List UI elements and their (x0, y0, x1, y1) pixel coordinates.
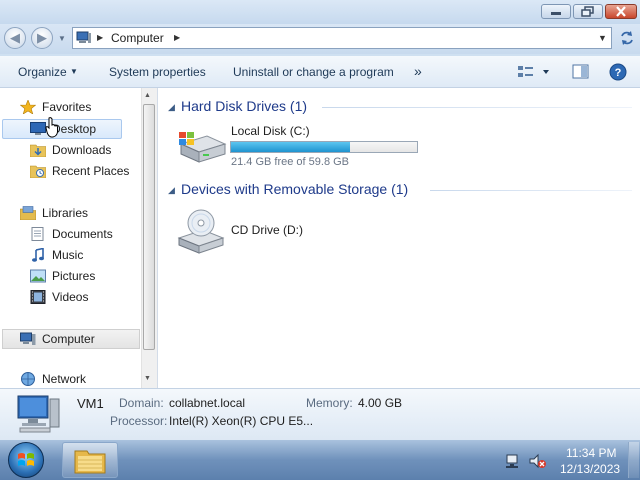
nav-label-computer: Computer (42, 332, 95, 346)
refresh-icon (621, 31, 633, 45)
nav-label-recent-places: Recent Places (52, 164, 130, 178)
refresh-button[interactable] (616, 27, 638, 49)
downloads-folder-icon (30, 144, 46, 157)
disk-usage-fill (231, 142, 351, 152)
collapse-hard-disk-group-icon[interactable]: ◢ (168, 102, 175, 113)
change-view-button[interactable] (517, 64, 553, 80)
videos-icon (30, 290, 46, 304)
more-commands-button[interactable]: » (414, 63, 422, 79)
recent-pages-dropdown[interactable]: ▼ (58, 34, 66, 43)
help-icon: ? (609, 63, 627, 81)
system-properties-button[interactable]: System properties (109, 65, 206, 79)
volume-muted-icon[interactable] (529, 453, 547, 469)
disk-usage-bar (230, 141, 418, 153)
removable-storage-group-header[interactable]: Devices with Removable Storage (1) (181, 181, 408, 197)
nav-label-network: Network (42, 372, 87, 386)
address-history-dropdown[interactable]: ▼ (598, 33, 607, 43)
windows-logo-icon (18, 453, 34, 466)
scroll-up-icon[interactable]: ▲ (144, 92, 151, 99)
minimize-button[interactable] (541, 4, 571, 19)
desktop-icon (30, 122, 46, 135)
organize-button[interactable]: Organize (18, 65, 67, 79)
taskbar-clock-date[interactable]: 12/13/2023 (560, 462, 620, 476)
hard-disk-group-header[interactable]: Hard Disk Drives (1) (181, 98, 307, 114)
mouse-cursor-icon (45, 117, 58, 138)
nav-item-computer[interactable]: Computer (20, 329, 95, 349)
recent-places-icon (30, 165, 46, 178)
preview-pane-icon (572, 64, 589, 79)
chevron-down-icon: ▼ (58, 34, 66, 43)
group-divider (430, 190, 632, 191)
nav-label-downloads: Downloads (52, 143, 112, 157)
back-button[interactable]: ◀ (4, 27, 26, 49)
nav-item-libraries[interactable]: Libraries (20, 203, 88, 223)
close-button[interactable] (605, 4, 637, 19)
nav-label-favorites: Favorites (42, 100, 92, 114)
minimize-icon (551, 12, 561, 15)
scroll-down-icon[interactable]: ▼ (144, 375, 151, 382)
domain-value: collabnet.local (169, 396, 246, 410)
network-tray-icon[interactable] (505, 453, 521, 469)
processor-label: Processor: (110, 414, 168, 428)
uninstall-program-button[interactable]: Uninstall or change a program (233, 65, 394, 79)
hard-disk-drive-icon (179, 132, 227, 163)
folder-icon (74, 450, 106, 474)
pictures-icon (30, 269, 46, 283)
show-desktop-button[interactable] (628, 442, 639, 478)
nav-item-desktop[interactable]: Desktop (30, 119, 96, 139)
taskbar-clock-time[interactable]: 11:34 PM (566, 446, 616, 460)
computer-icon (20, 332, 36, 345)
nav-item-downloads[interactable]: Downloads (30, 140, 111, 160)
nav-item-favorites[interactable]: Favorites (20, 97, 91, 117)
breadcrumb-computer[interactable]: Computer (111, 31, 164, 45)
back-arrow-icon: ◀ (10, 30, 20, 45)
star-icon (20, 100, 36, 114)
computer-icon (76, 31, 91, 43)
organize-dropdown-icon: ▼ (70, 67, 78, 76)
music-icon (32, 248, 44, 262)
nav-item-videos[interactable]: Videos (30, 287, 88, 307)
restore-icon (581, 6, 594, 17)
nav-label-pictures: Pictures (52, 269, 96, 283)
memory-label: Memory: (306, 396, 353, 410)
memory-value: 4.00 GB (358, 396, 403, 410)
network-icon (21, 372, 35, 386)
nav-label-documents: Documents (52, 227, 113, 241)
collapse-removable-group-icon[interactable]: ◢ (168, 185, 175, 196)
local-disk-free-space: 21.4 GB free of 59.8 GB (231, 156, 350, 168)
libraries-icon (20, 206, 36, 220)
help-button[interactable]: ? (609, 63, 627, 81)
nav-label-videos: Videos (52, 290, 89, 304)
close-icon (616, 6, 626, 17)
view-options-icon (518, 66, 549, 77)
forward-button[interactable]: ▶ (31, 27, 53, 49)
nav-item-music[interactable]: Music (30, 245, 83, 265)
documents-icon (31, 227, 44, 241)
restore-button[interactable] (573, 4, 603, 19)
scrollbar-thumb[interactable] (143, 104, 155, 350)
nav-item-recent-places[interactable]: Recent Places (30, 161, 129, 181)
local-disk-name: Local Disk (C:) (231, 124, 310, 138)
svg-text:?: ? (615, 67, 622, 79)
nav-label-libraries: Libraries (42, 206, 89, 220)
breadcrumb-separator-icon[interactable]: ▶ (97, 33, 103, 42)
nav-item-pictures[interactable]: Pictures (30, 266, 95, 286)
processor-value: Intel(R) Xeon(R) CPU E5... (169, 414, 314, 428)
forward-arrow-icon: ▶ (37, 30, 47, 45)
domain-label: Domain: (119, 396, 164, 410)
nav-item-network[interactable]: Network (20, 371, 86, 387)
nav-item-documents[interactable]: Documents (30, 224, 113, 244)
nav-label-music: Music (52, 248, 84, 262)
preview-pane-button[interactable] (572, 64, 590, 80)
breadcrumb-expand-icon[interactable]: ▶ (174, 33, 180, 42)
computer-large-icon (17, 395, 60, 433)
taskbar-explorer-button[interactable] (62, 442, 118, 478)
start-button[interactable] (8, 442, 44, 478)
computer-name: VM1 (77, 396, 104, 411)
cd-drive-name: CD Drive (D:) (231, 223, 303, 237)
group-divider (322, 107, 632, 108)
cd-drive-icon (177, 209, 225, 254)
